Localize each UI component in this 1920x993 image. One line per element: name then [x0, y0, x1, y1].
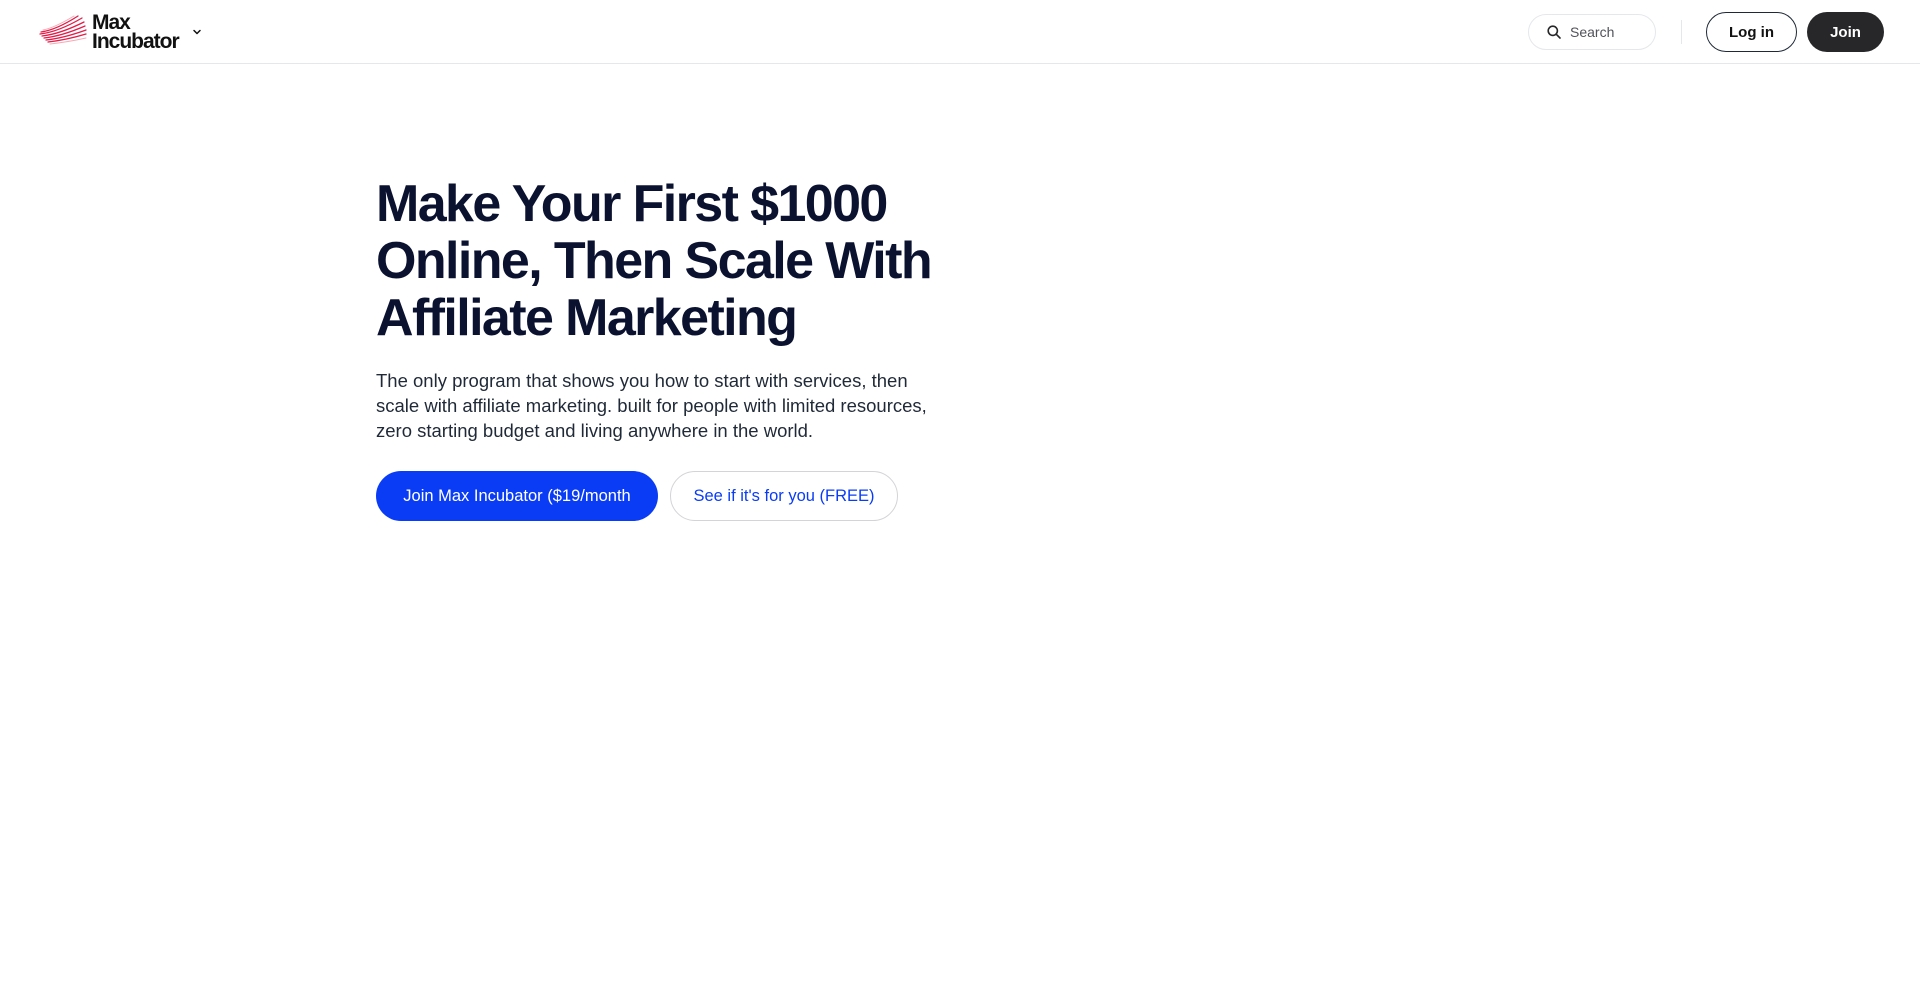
top-navbar: Max Incubator Search Log in Join [0, 0, 1920, 64]
brand-logo [39, 15, 87, 45]
hero-description: The only program that shows you how to s… [376, 370, 927, 441]
search-label: Search [1570, 24, 1615, 40]
chevron-down-icon[interactable] [191, 26, 203, 38]
search-button[interactable]: Search [1528, 14, 1656, 50]
hero-title: Make Your First $1000 Online, Then Scale… [376, 175, 933, 347]
nav-divider [1681, 20, 1682, 44]
see-if-its-for-you-button[interactable]: See if it's for you (FREE) [670, 471, 898, 521]
search-icon [1547, 25, 1561, 39]
join-button[interactable]: Join [1807, 12, 1884, 52]
brand-name-line2: Incubator [92, 30, 180, 53]
brand-name: Max Incubator [92, 12, 180, 53]
brand-menu[interactable]: Max Incubator [38, 12, 203, 52]
hero-actions: Join Max Incubator ($19/month See if it'… [376, 471, 956, 521]
hero-section: Make Your First $1000 Online, Then Scale… [376, 176, 956, 521]
join-max-incubator-button[interactable]: Join Max Incubator ($19/month [376, 471, 658, 521]
login-button[interactable]: Log in [1706, 12, 1797, 52]
